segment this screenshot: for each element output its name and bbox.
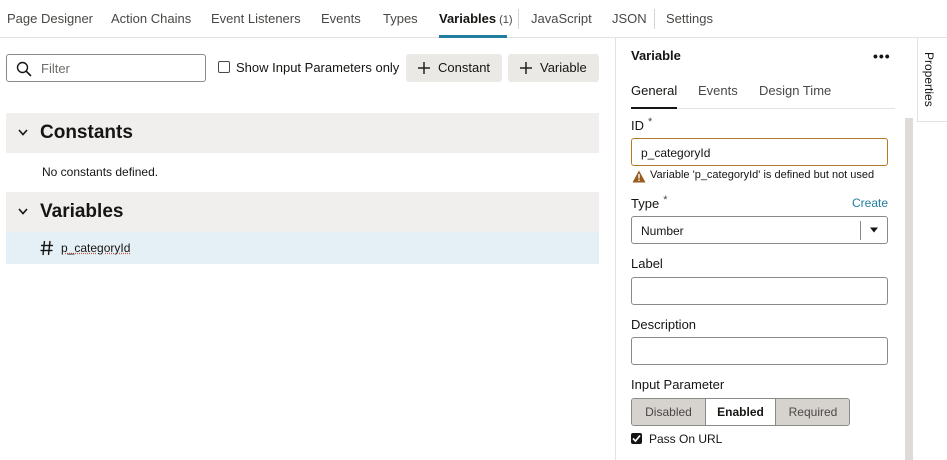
tab-events[interactable]: Events — [321, 0, 361, 38]
warning-text: Variable 'p_categoryId' is defined but n… — [650, 169, 875, 181]
tab-label: Settings — [666, 11, 713, 26]
variables-section-title: Variables — [40, 201, 124, 222]
constants-section-header[interactable]: Constants — [6, 113, 599, 153]
type-label-text: Type — [631, 196, 660, 211]
constants-section-title: Constants — [40, 122, 133, 143]
id-field-label: ID * — [631, 116, 653, 133]
tab-label: Event Listeners — [211, 11, 301, 26]
tab-settings[interactable]: Settings — [666, 0, 713, 38]
tab-label: JSON — [612, 11, 647, 26]
add-constant-button[interactable]: Constant — [406, 54, 502, 82]
panel-divider — [615, 38, 616, 460]
tab-javascript[interactable]: JavaScript — [531, 0, 592, 38]
pass-on-url-label: Pass On URL — [649, 432, 723, 446]
tab-label: JavaScript — [531, 11, 592, 26]
label-field-label: Label — [631, 256, 663, 271]
plus-icon — [418, 62, 430, 74]
id-input-value: p_categoryId — [641, 146, 711, 160]
tab-general[interactable]: General — [631, 83, 678, 109]
chevron-down-icon[interactable] — [17, 128, 29, 138]
description-field-label: Description — [631, 317, 697, 332]
checkmark-icon — [632, 434, 641, 443]
number-hash-icon — [40, 240, 53, 256]
caret-down-icon[interactable] — [869, 227, 879, 233]
input-parameter-disabled-button[interactable]: Disabled — [632, 399, 705, 425]
tab-types[interactable]: Types — [383, 0, 418, 38]
more-options-icon[interactable]: ••• — [873, 48, 891, 64]
tab-events-props[interactable]: Events — [698, 83, 738, 98]
constants-empty-message: No constants defined. — [42, 165, 159, 179]
description-input[interactable] — [631, 337, 888, 365]
create-type-link[interactable]: Create — [852, 196, 888, 210]
tab-label: Page Designer — [7, 11, 93, 26]
plus-icon — [520, 62, 532, 74]
label-input[interactable] — [631, 277, 888, 305]
id-label-text: ID — [631, 118, 644, 133]
show-input-params-checkbox[interactable] — [218, 61, 230, 73]
tab-label: Variables — [439, 11, 497, 26]
properties-panel-title: Variable — [631, 48, 681, 63]
tab-label: Events — [321, 11, 361, 26]
tab-label: Events — [698, 83, 738, 98]
pass-on-url-checkbox[interactable] — [631, 433, 642, 444]
properties-tabs: General Events Design Time — [631, 76, 895, 109]
top-tab-bar: Page Designer Action Chains Event Listen… — [0, 0, 947, 38]
filter-input[interactable] — [41, 59, 191, 77]
active-tab-indicator — [439, 35, 507, 38]
show-input-params-label: Show Input Parameters only — [236, 60, 400, 75]
input-parameter-label: Input Parameter — [631, 377, 725, 392]
tab-label: Design Time — [759, 83, 832, 98]
variable-name: p_categoryId — [61, 241, 131, 255]
tab-event-listeners[interactable]: Event Listeners — [211, 0, 301, 38]
active-tab-indicator — [631, 107, 678, 109]
tab-variables[interactable]: Variables (1) — [439, 0, 513, 38]
input-parameter-enabled-button[interactable]: Enabled — [706, 399, 775, 425]
variable-list-item[interactable]: p_categoryId — [6, 232, 599, 264]
id-input[interactable]: p_categoryId — [631, 138, 888, 166]
properties-side-tab-label: Properties — [922, 52, 936, 107]
type-select-value: Number — [641, 224, 684, 238]
chevron-down-icon[interactable] — [17, 207, 29, 217]
tab-design-time[interactable]: Design Time — [759, 83, 831, 98]
tab-json[interactable]: JSON — [612, 0, 647, 38]
input-parameter-required-button[interactable]: Required — [776, 399, 849, 425]
type-select[interactable]: Number — [631, 216, 888, 244]
tab-page-designer[interactable]: Page Designer — [7, 0, 93, 38]
search-icon — [16, 61, 32, 77]
tab-count-badge: (1) — [499, 14, 513, 26]
add-variable-label: Variable — [540, 60, 587, 75]
tab-divider — [518, 9, 519, 29]
variables-section-header[interactable]: Variables — [6, 192, 599, 232]
warning-icon — [632, 170, 646, 183]
add-variable-button[interactable]: Variable — [508, 54, 599, 82]
tab-label: Action Chains — [111, 11, 192, 26]
required-marker: * — [663, 194, 668, 206]
tab-action-chains[interactable]: Action Chains — [111, 0, 191, 38]
required-marker: * — [648, 116, 653, 128]
tab-divider — [654, 9, 655, 29]
type-field-label: Type * — [631, 194, 668, 211]
add-constant-label: Constant — [438, 60, 491, 75]
tab-label: General — [631, 83, 678, 98]
input-parameter-buttonset: Disabled Enabled Required — [631, 398, 850, 426]
properties-scrollbar[interactable] — [905, 118, 913, 460]
properties-side-tab[interactable]: Properties — [917, 38, 947, 122]
select-divider — [860, 221, 861, 240]
tab-label: Types — [383, 11, 418, 26]
filter-field[interactable] — [6, 54, 206, 82]
